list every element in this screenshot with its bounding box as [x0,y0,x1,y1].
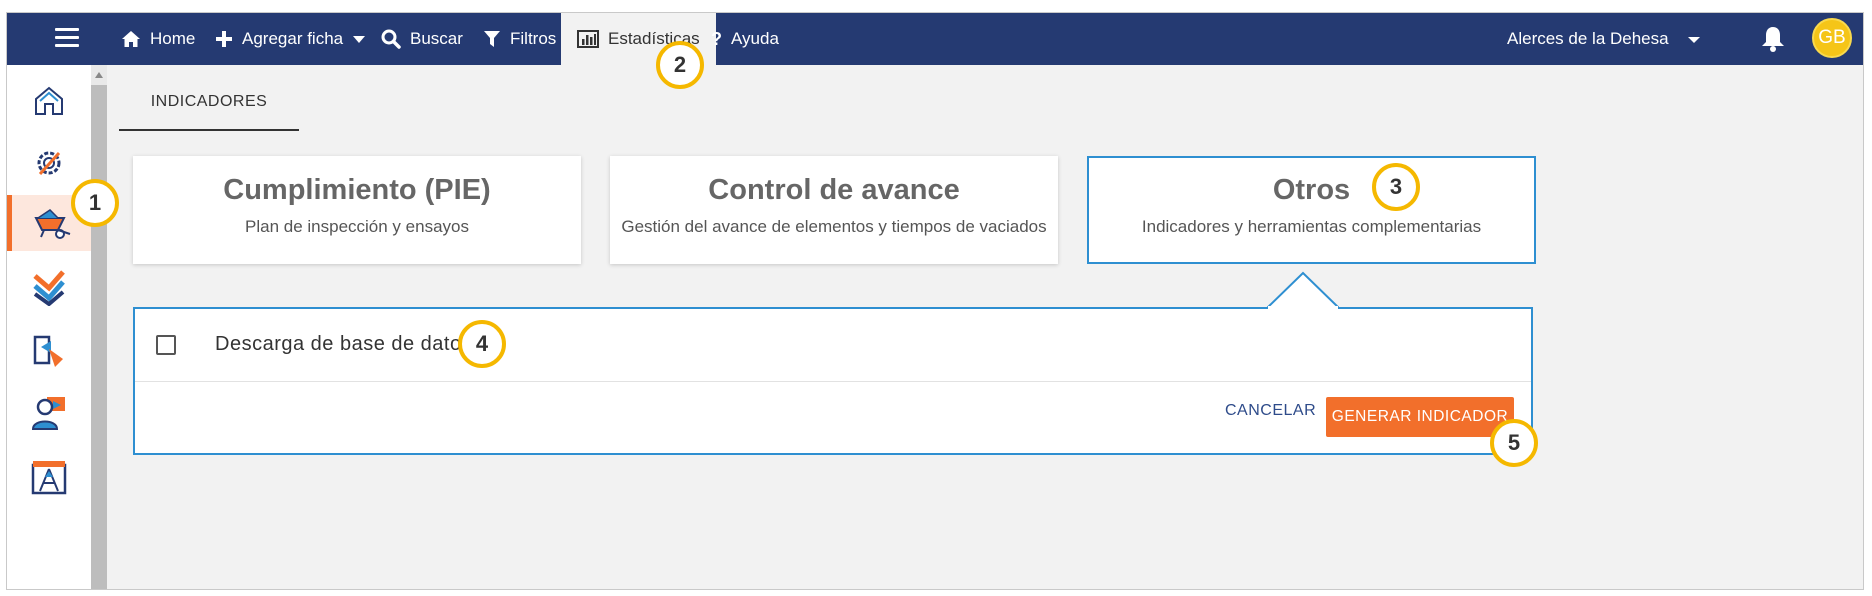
app-window: Home Agregar ficha Buscar Filtros Estadí… [6,12,1864,590]
nav-filtros-label: Filtros [510,29,557,48]
sidebar-item-blueprints[interactable] [7,449,91,505]
card-title: Control de avance [708,174,960,206]
option-row: Descarga de base de datos [135,309,1531,382]
callout-4: 4 [458,320,506,368]
card-subtitle: Indicadores y herramientas complementari… [1141,217,1482,236]
nav-agregar-ficha-label: Agregar ficha [242,29,344,48]
blueprint-icon [31,461,67,495]
tab-indicadores[interactable]: INDICADORES [119,75,299,131]
option-label: Descarga de base de datos [215,333,473,355]
sidebar-item-checks[interactable] [7,259,91,315]
panel-pointer [1267,271,1339,309]
user-card-icon [31,397,65,430]
caret-down-icon [353,36,366,43]
nav-home[interactable]: Home [121,13,195,65]
sidebar-item-documents[interactable] [7,323,91,379]
avatar[interactable]: GB [1812,18,1852,58]
nav-ayuda[interactable]: ? Ayuda [711,13,779,65]
nav-buscar-label: Buscar [410,29,463,48]
descarga-checkbox[interactable] [156,335,176,355]
home-outline-icon [35,86,63,115]
sidebar [7,65,107,589]
site-name: Alerces de la Dehesa [1507,29,1669,48]
chevron-down-icon [1687,37,1700,43]
nav-ayuda-label: Ayuda [731,29,779,48]
options-panel: Descarga de base de datos CANCELAR GENER… [133,307,1533,455]
card-cumplimiento[interactable]: Cumplimiento (PIE) Plan de inspección y … [133,156,581,264]
card-control-avance[interactable]: Control de avance Gestión del avance de … [610,156,1058,264]
help-icon: ? [711,28,722,49]
card-title: Otros [1272,174,1351,206]
sidebar-item-users[interactable] [7,385,91,441]
document-arrow-icon [33,335,63,367]
bar-chart-icon [577,30,599,48]
settings-pencil-icon [37,151,61,176]
nav-agregar-ficha[interactable]: Agregar ficha [215,13,366,65]
scroll-up-icon [95,72,103,78]
home-icon [122,31,140,47]
search-icon [381,29,401,49]
sidebar-item-home[interactable] [7,73,91,129]
callout-1: 1 [71,179,119,227]
card-subtitle: Plan de inspección y ensayos [245,217,469,236]
scroll-up-button[interactable] [91,65,107,85]
top-navbar: Home Agregar ficha Buscar Filtros Estadí… [7,13,1863,65]
card-subtitle: Gestión del avance de elementos y tiempo… [621,217,1047,236]
sidebar-scrollbar[interactable] [91,65,107,589]
card-otros[interactable]: Otros Indicadores y herramientas complem… [1087,156,1536,264]
cancel-button[interactable]: CANCELAR [1225,402,1316,420]
callout-2: 2 [656,41,704,89]
plus-icon [216,31,232,47]
card-title: Cumplimiento (PIE) [223,174,491,206]
callout-3: 3 [1372,163,1420,211]
checkmarks-icon [33,270,65,306]
callout-5: 5 [1490,419,1538,467]
filter-icon [484,31,500,47]
nav-buscar[interactable]: Buscar [381,13,463,65]
nav-home-label: Home [150,29,196,48]
hamburger-icon[interactable] [55,28,79,50]
generate-indicator-button[interactable]: GENERAR INDICADOR [1326,397,1514,437]
nav-filtros[interactable]: Filtros [483,13,556,65]
site-selector[interactable]: Alerces de la Dehesa [1507,13,1701,65]
bell-icon[interactable] [1759,25,1787,53]
wheelbarrow-icon [33,209,70,239]
sidebar-item-settings[interactable] [7,135,91,191]
